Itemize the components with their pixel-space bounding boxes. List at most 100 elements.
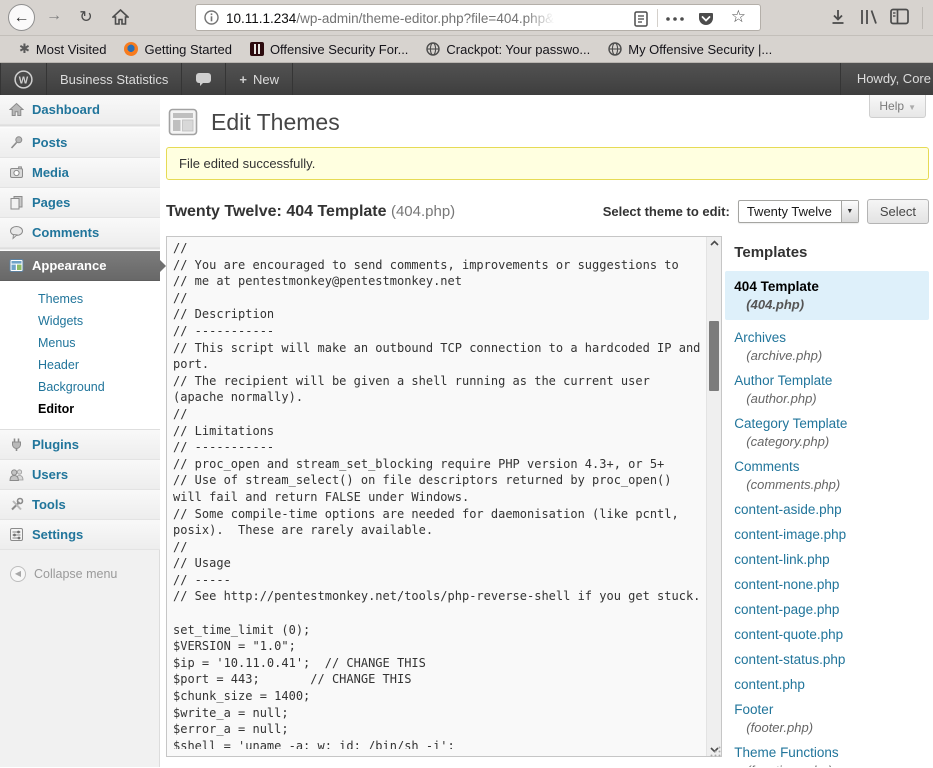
template-link[interactable]: content-status.php [734,652,929,667]
media-camera-icon [9,165,24,180]
library-icon[interactable] [859,8,879,26]
users-icon [9,467,24,482]
template-link[interactable]: content-none.php [734,577,929,592]
template-file: (functions.php) [734,763,929,767]
sidebar-item-label: Users [32,467,68,482]
submenu-item-background[interactable]: Background [0,376,160,398]
bookmark-most-visited[interactable]: ✱ Most Visited [10,41,115,57]
main-content: Help▼ Edit Themes File edited successful… [160,95,933,767]
code-editor[interactable]: // // You are encouraged to send comment… [166,236,722,757]
bookmark-offensive-security-forums[interactable]: Offensive Security For... [241,42,417,57]
comments-bubble-menu[interactable] [182,63,226,95]
sidebar-item-dashboard[interactable]: Dashboard [0,95,160,125]
forward-button[interactable]: → [42,7,66,25]
url-text[interactable]: 10.11.1.234/wp-admin/theme-editor.php?fi… [226,11,558,26]
select-theme-label: Select theme to edit: [603,204,730,219]
template-link[interactable]: Author Template [734,373,929,388]
back-button[interactable]: ← [8,4,35,31]
template-link[interactable]: Archives [734,330,929,345]
template-link[interactable]: content-link.php [734,552,929,567]
select-theme-button[interactable]: Select [867,199,929,224]
bookmarks-bar: ✱ Most Visited Getting Started Offensive… [0,36,933,63]
dashboard-home-icon [9,102,24,117]
sidebar-item-pages[interactable]: Pages [0,188,160,218]
downloads-icon[interactable] [829,8,847,26]
help-button[interactable]: Help▼ [869,95,926,118]
sidebar-item-label: Comments [32,225,99,240]
chevron-down-icon: ▼ [908,103,916,112]
sidebar-item-plugins[interactable]: Plugins [0,430,160,460]
theme-select-dropdown[interactable]: Twenty Twelve ▼ [738,200,859,223]
info-icon [204,10,219,25]
notice-text: File edited successfully. [179,156,315,171]
sidebar-item-comments[interactable]: Comments [0,218,160,248]
scrollbar-thumb[interactable] [709,321,719,391]
template-link[interactable]: Comments [734,459,929,474]
template-link[interactable]: content-page.php [734,602,929,617]
template-file: (comments.php) [734,477,929,492]
template-list-item-404[interactable]: 404 Template (404.php) [725,271,929,320]
url-bar[interactable]: 10.11.1.234/wp-admin/theme-editor.php?fi… [195,4,761,31]
settings-sliders-icon [9,527,24,542]
sidebar-item-tools[interactable]: Tools [0,490,160,520]
template-link[interactable]: content-quote.php [734,627,929,642]
template-link[interactable]: content.php [734,677,929,692]
pinwheel-icon: ✱ [19,41,30,57]
bookmark-crackpot[interactable]: Crackpot: Your passwo... [417,42,599,57]
template-list-item-content-none: content-none.php [734,577,929,592]
templates-heading: Templates [734,244,929,261]
scroll-up-icon[interactable] [710,240,719,246]
site-name-menu[interactable]: Business Statistics [47,63,182,95]
sidebar-item-posts[interactable]: Posts [0,128,160,158]
page-actions-icon[interactable] [666,17,684,21]
template-link[interactable]: content-aside.php [734,502,929,517]
collapse-menu-label: Collapse menu [34,567,117,581]
globe-icon [426,42,440,56]
code-textarea[interactable]: // // You are encouraged to send comment… [167,237,707,749]
sidebar-item-users[interactable]: Users [0,460,160,490]
sidebar-item-appearance[interactable]: Appearance [0,251,160,281]
forward-icon: → [46,7,62,24]
new-label: New [253,72,279,87]
bookmark-label: Crackpot: Your passwo... [446,42,590,57]
sidebar-item-media[interactable]: Media [0,158,160,188]
bookmark-my-offensive-security[interactable]: My Offensive Security |... [599,42,781,57]
wordpress-logo-icon: W [14,70,33,89]
reload-button[interactable]: ↻ [74,7,98,27]
sidebar-item-settings[interactable]: Settings [0,520,160,550]
template-link[interactable]: Category Template [734,416,929,431]
new-content-menu[interactable]: + New [226,63,293,95]
sidebar-item-label: Plugins [32,437,79,452]
template-list-item-author: Author Template (author.php) [734,373,929,406]
sidebar-item-label: Pages [32,195,70,210]
collapse-menu-button[interactable]: ◀ Collapse menu [0,566,160,582]
current-template-title: Twenty Twelve: 404 Template (404.php) [166,203,455,221]
bookmark-label: Offensive Security For... [270,42,408,57]
site-name: Business Statistics [60,72,168,87]
pocket-icon[interactable] [698,11,714,27]
bookmark-star-icon[interactable]: ☆ [731,7,746,27]
template-link[interactable]: content-image.php [734,527,929,542]
submenu-item-header[interactable]: Header [0,354,160,376]
url-host: 10.11.1.234 [226,11,296,26]
submenu-item-widgets[interactable]: Widgets [0,310,160,332]
template-link[interactable]: Footer [734,702,929,717]
submenu-item-themes[interactable]: Themes [0,288,160,310]
sidebar-item-label: Posts [32,135,67,150]
howdy-account-menu[interactable]: Howdy, Core [840,63,933,95]
home-button[interactable] [108,9,132,30]
editor-scrollbar[interactable] [706,237,721,756]
wp-logo-menu[interactable]: W [0,63,47,95]
dropdown-caret-icon[interactable]: ▼ [841,201,858,222]
reader-mode-icon[interactable] [634,11,648,27]
template-title-text: Twenty Twelve: 404 Template [166,203,387,220]
template-list-item-functions: Theme Functions (functions.php) [734,745,929,767]
bookmark-getting-started[interactable]: Getting Started [115,42,240,57]
sidebar-toggle-icon[interactable] [890,8,909,25]
resize-grip-icon[interactable] [709,745,722,758]
submenu-item-editor[interactable]: Editor [0,398,160,420]
selected-theme-value: Twenty Twelve [739,201,841,222]
submenu-item-menus[interactable]: Menus [0,332,160,354]
template-link[interactable]: Theme Functions [734,745,929,760]
appearance-icon [9,258,24,273]
